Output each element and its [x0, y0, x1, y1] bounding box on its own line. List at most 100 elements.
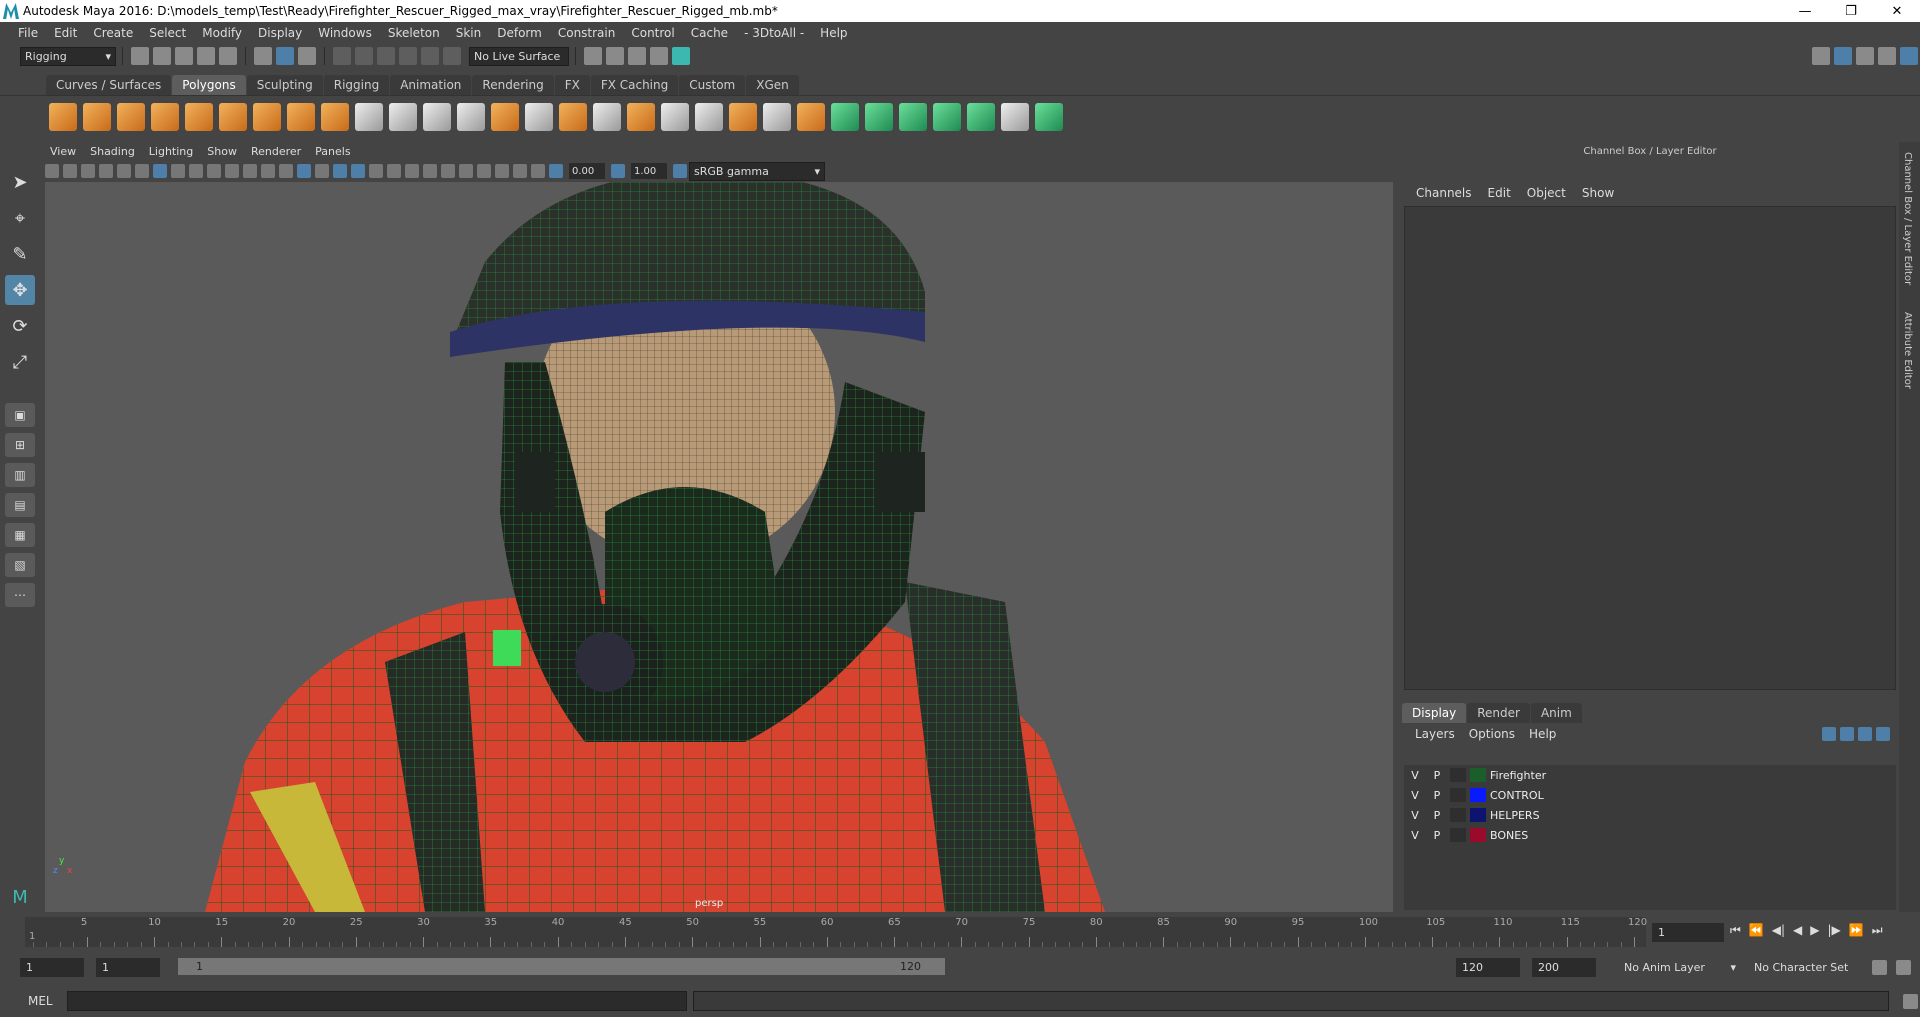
go-to-end-icon[interactable]: ⏭	[1872, 923, 1883, 938]
append-polygon-icon[interactable]	[661, 102, 689, 131]
step-forward-key-icon[interactable]: ⏩	[1849, 923, 1864, 938]
animation-end-field[interactable]: 200	[1532, 958, 1596, 977]
four-view-layout-icon[interactable]: ⊞	[5, 433, 35, 457]
move-tool-icon[interactable]: ✥	[5, 275, 35, 305]
menu-skin[interactable]: Skin	[448, 26, 490, 40]
grease-pencil-icon[interactable]	[135, 164, 149, 178]
live-surface-field[interactable]: No Live Surface	[469, 46, 569, 66]
poly-torus-icon[interactable]	[219, 102, 247, 131]
poly-plane-icon[interactable]	[185, 102, 213, 131]
tab-fx[interactable]: FX	[554, 75, 590, 95]
viewport-menu-view[interactable]: View	[43, 145, 83, 158]
layer-color-swatch[interactable]	[1470, 788, 1486, 802]
xray-icon[interactable]	[495, 164, 509, 178]
snap-curve-icon[interactable]	[355, 47, 373, 65]
persp-outliner-layout-icon[interactable]: ▥	[5, 463, 35, 487]
step-back-frame-icon[interactable]: ◀|	[1772, 923, 1785, 938]
insert-edge-loop-icon[interactable]	[729, 102, 757, 131]
extract-icon[interactable]	[389, 102, 417, 131]
cylindrical-mapping-icon[interactable]	[865, 102, 893, 131]
render-settings-icon[interactable]	[584, 47, 602, 65]
menu-display[interactable]: Display	[250, 26, 310, 40]
perspective-viewport[interactable]: x y z persp	[45, 182, 1393, 912]
go-to-start-icon[interactable]: ⏮	[1730, 923, 1741, 938]
use-all-lights-icon[interactable]	[369, 164, 383, 178]
snap-grid-icon[interactable]	[333, 47, 351, 65]
merge-icon[interactable]	[797, 102, 825, 131]
tab-xgen[interactable]: XGen	[746, 75, 799, 95]
tab-rendering[interactable]: Rendering	[472, 75, 554, 95]
tab-animation[interactable]: Animation	[390, 75, 472, 95]
checker-map-icon[interactable]	[1001, 102, 1029, 131]
auto-key-icon[interactable]	[1872, 960, 1887, 975]
menu-create[interactable]: Create	[85, 26, 141, 40]
current-frame-field[interactable]: 1	[1652, 923, 1724, 942]
layer-playback-toggle[interactable]: P	[1426, 809, 1448, 822]
step-back-key-icon[interactable]: ⏪	[1749, 923, 1764, 938]
playback-start-field[interactable]: 1	[96, 958, 160, 977]
spherical-mapping-icon[interactable]	[899, 102, 927, 131]
hypershade-icon[interactable]	[672, 47, 690, 65]
layer-display-type[interactable]	[1450, 828, 1466, 842]
menu-3dtoall[interactable]: - 3DtoAll -	[736, 26, 812, 40]
menu-file[interactable]: File	[10, 26, 46, 40]
layer-visibility-toggle[interactable]: V	[1404, 769, 1426, 782]
textured-icon[interactable]	[351, 164, 365, 178]
camera-attributes-icon[interactable]	[63, 164, 77, 178]
uv-editor-icon[interactable]	[967, 102, 995, 131]
extrude-icon[interactable]	[559, 102, 587, 131]
scale-tool-icon[interactable]: ⤢	[5, 347, 35, 377]
maximize-button[interactable]: ❐	[1828, 0, 1874, 22]
character-set-dropdown[interactable]: No Character Set	[1750, 958, 1870, 977]
snap-surface-icon[interactable]	[421, 47, 439, 65]
backface-culling-icon[interactable]	[531, 164, 545, 178]
grid-toggle-icon[interactable]	[153, 164, 167, 178]
menu-constrain[interactable]: Constrain	[550, 26, 624, 40]
camera-select-icon[interactable]	[45, 164, 59, 178]
layer-playback-toggle[interactable]: P	[1426, 769, 1448, 782]
layer-visibility-toggle[interactable]: V	[1404, 829, 1426, 842]
layer-menu-layers[interactable]: Layers	[1408, 727, 1462, 741]
single-perspective-layout-icon[interactable]: ▣	[5, 403, 35, 427]
menu-select[interactable]: Select	[141, 26, 194, 40]
smooth-shade-icon[interactable]	[297, 164, 311, 178]
poly-cube-icon[interactable]	[83, 102, 111, 131]
menu-deform[interactable]: Deform	[489, 26, 550, 40]
ambient-occlusion-icon[interactable]	[405, 164, 419, 178]
gate-mask-icon[interactable]	[207, 164, 221, 178]
anti-aliasing-icon[interactable]	[441, 164, 455, 178]
layer-display-type[interactable]	[1450, 788, 1466, 802]
menu-cache[interactable]: Cache	[683, 26, 736, 40]
redo-icon[interactable]	[219, 47, 237, 65]
script-editor-icon[interactable]	[1902, 993, 1918, 1009]
layer-row-control[interactable]: V P CONTROL	[1404, 785, 1896, 805]
minimize-button[interactable]: —	[1782, 0, 1828, 22]
snap-point-icon[interactable]	[377, 47, 395, 65]
wireframe-icon[interactable]	[279, 164, 293, 178]
rotate-tool-icon[interactable]: ⟳	[5, 311, 35, 341]
new-scene-icon[interactable]	[131, 47, 149, 65]
bevel-icon[interactable]	[627, 102, 655, 131]
persp-graph-layout-icon[interactable]: ▤	[5, 493, 35, 517]
2d-pan-zoom-icon[interactable]	[117, 164, 131, 178]
channel-menu-channels[interactable]: Channels	[1408, 186, 1480, 200]
exposure-icon[interactable]	[549, 164, 563, 178]
safe-title-icon[interactable]	[261, 164, 275, 178]
persp-hypershade-layout-icon[interactable]: ▦	[5, 523, 35, 547]
tab-anim-layers[interactable]: Anim	[1530, 703, 1582, 723]
new-layer-icon[interactable]	[1858, 727, 1872, 741]
mirror-icon[interactable]	[525, 102, 553, 131]
menu-skeleton[interactable]: Skeleton	[380, 26, 448, 40]
channel-menu-object[interactable]: Object	[1519, 186, 1574, 200]
playback-end-field[interactable]: 120	[1456, 958, 1520, 977]
step-forward-frame-icon[interactable]: |▶	[1828, 923, 1841, 938]
reduce-icon[interactable]	[491, 102, 519, 131]
tab-fx-caching[interactable]: FX Caching	[590, 75, 679, 95]
separate-icon[interactable]	[355, 102, 383, 131]
paint-select-tool-icon[interactable]: ✎	[5, 239, 35, 269]
multi-cut-icon[interactable]	[695, 102, 723, 131]
poly-sphere-icon[interactable]	[49, 102, 77, 131]
lasso-tool-icon[interactable]: ⌖	[5, 203, 35, 233]
tab-custom[interactable]: Custom	[679, 75, 746, 95]
xray-joints-icon[interactable]	[513, 164, 527, 178]
